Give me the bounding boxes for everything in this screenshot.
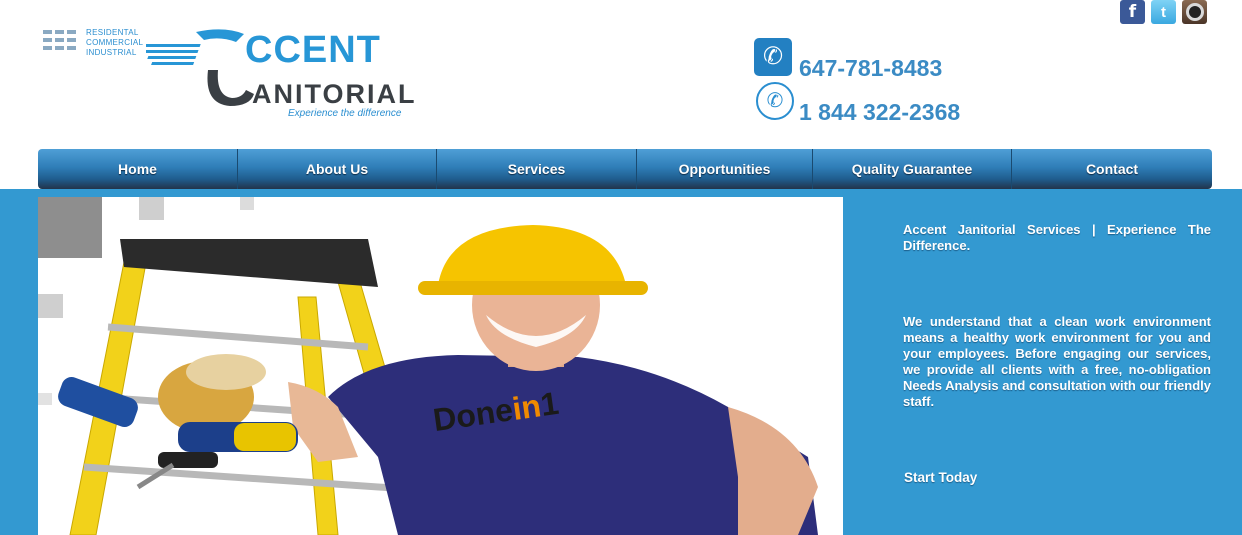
intro-body: We understand that a clean work environm… [903, 314, 1211, 409]
hero-image: Donein1 [38, 197, 843, 535]
logo-service-tags: RESIDENTAL COMMERCIAL INDUSTRIAL [86, 28, 143, 58]
nav-item-contact[interactable]: Contact [1012, 149, 1212, 189]
logo-tagline: Experience the difference [288, 108, 402, 119]
nav-item-about-us[interactable]: About Us [238, 149, 437, 189]
worker-illustration [38, 197, 818, 535]
nav-item-opportunities[interactable]: Opportunities [637, 149, 813, 189]
nav-item-quality-guarantee[interactable]: Quality Guarantee [813, 149, 1012, 189]
facebook-icon[interactable]: f [1120, 0, 1145, 24]
main-content: Donein1 Accent Janitorial Services | Exp… [0, 189, 1242, 535]
phone-number-local[interactable]: 647-781-8483 [799, 55, 942, 82]
logo-tag-residential: RESIDENTAL [86, 28, 139, 37]
phone-tollfree-icon: ✆ [756, 82, 794, 120]
logo-word-janitorial: ANITORIAL [252, 79, 417, 109]
instagram-icon[interactable] [1182, 0, 1207, 24]
intro-panel: Accent Janitorial Services | Experience … [903, 222, 1211, 485]
nav-item-services[interactable]: Services [437, 149, 637, 189]
social-links: f t [1120, 0, 1207, 24]
twitter-icon[interactable]: t [1151, 0, 1176, 24]
phone-handset-icon: ✆ [754, 38, 792, 76]
start-today-link[interactable]: Start Today [904, 470, 977, 486]
nav-item-home[interactable]: Home [38, 149, 238, 189]
main-nav: Home About Us Services Opportunities Qua… [38, 149, 1212, 189]
logo-tag-industrial: INDUSTRIAL [86, 48, 137, 57]
logo-tag-commercial: COMMERCIAL [86, 38, 144, 47]
logo-aj-mark-icon [146, 29, 254, 106]
intro-heading: Accent Janitorial Services | Experience … [903, 222, 1211, 253]
logo-bars-icon [43, 30, 77, 54]
logo-word-accent: CCENT [245, 29, 381, 71]
site-logo[interactable]: RESIDENTAL COMMERCIAL INDUSTRIAL CCENT A… [40, 24, 450, 124]
phone-number-tollfree[interactable]: 1 844 322-2368 [799, 99, 960, 126]
